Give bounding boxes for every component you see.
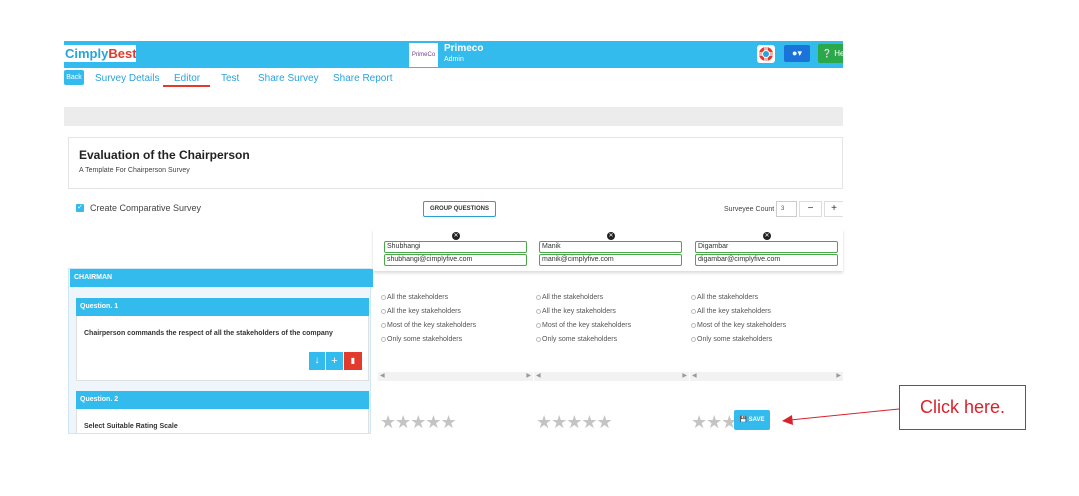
- surveyee-email-field[interactable]: manik@cimplyfive.com: [539, 254, 682, 266]
- arrow-down-icon: ↓: [314, 355, 320, 366]
- add-question-button[interactable]: +: [326, 352, 343, 370]
- delete-question-button[interactable]: ▮: [344, 352, 362, 370]
- answer-option[interactable]: All the key stakeholders: [381, 308, 461, 315]
- callout-text: Click here.: [919, 397, 1006, 417]
- remove-surveyee-icon[interactable]: ✕: [607, 232, 615, 240]
- answer-option[interactable]: All the key stakeholders: [691, 308, 771, 315]
- tab-share-survey[interactable]: Share Survey: [258, 73, 319, 84]
- horizontal-scrollbar[interactable]: ◀ ▶: [690, 372, 843, 381]
- question-icon: ❔: [822, 49, 832, 58]
- answer-option[interactable]: All the key stakeholders: [536, 308, 616, 315]
- answer-option[interactable]: All the stakeholders: [536, 294, 603, 301]
- comparative-survey-label: Create Comparative Survey: [90, 203, 202, 213]
- decrement-button[interactable]: −: [799, 201, 822, 217]
- star-rating[interactable]: ★★★: [691, 412, 737, 433]
- radio-icon: [381, 322, 386, 328]
- answer-option[interactable]: All the stakeholders: [381, 294, 448, 301]
- annotation-arrow: [782, 408, 900, 425]
- answer-option[interactable]: Only some stakeholders: [381, 336, 462, 343]
- toolbar-band: [64, 107, 843, 126]
- group-questions-button[interactable]: GROUP QUESTIONS: [423, 201, 496, 217]
- move-down-button[interactable]: ↓: [309, 352, 325, 370]
- scroll-left-icon: ◀: [692, 373, 697, 379]
- radio-icon: [536, 336, 541, 342]
- question-header[interactable]: Question. 2: [76, 391, 369, 409]
- radio-icon: [691, 294, 696, 300]
- radio-icon: [536, 322, 541, 328]
- app-logo[interactable]: CimplyBest: [64, 45, 136, 62]
- scroll-left-icon: ◀: [536, 373, 541, 379]
- radio-icon: [691, 336, 696, 342]
- remove-surveyee-icon[interactable]: ✕: [452, 232, 460, 240]
- star-rating[interactable]: ★★★★★: [536, 412, 613, 433]
- answer-option[interactable]: Only some stakeholders: [536, 336, 617, 343]
- org-name: Primeco: [444, 43, 484, 54]
- horizontal-scrollbar[interactable]: ◀ ▶: [534, 372, 689, 381]
- surveyee-count-input[interactable]: 3: [776, 201, 797, 217]
- survey-header-card: [68, 137, 843, 189]
- increment-button[interactable]: +: [824, 201, 843, 217]
- surveyee-email-field[interactable]: digambar@cimplyfive.com: [695, 254, 838, 266]
- answer-option[interactable]: All the stakeholders: [691, 294, 758, 301]
- survey-subtitle[interactable]: A Template For Chairperson Survey: [79, 167, 190, 174]
- answer-option[interactable]: Most of the key stakeholders: [381, 322, 476, 329]
- surveyee-name-field[interactable]: Shubhangi: [384, 241, 527, 253]
- tab-test[interactable]: Test: [221, 73, 239, 84]
- comparative-survey-checkbox[interactable]: ✓: [76, 204, 84, 212]
- floppy-disk-icon: 💾: [739, 417, 747, 423]
- radio-icon: [691, 308, 696, 314]
- tab-share-report[interactable]: Share Report: [333, 73, 392, 84]
- scroll-right-icon: ▶: [682, 373, 687, 379]
- question-text[interactable]: Chairperson commands the respect of all …: [84, 330, 333, 337]
- org-role: Admin: [444, 56, 464, 63]
- active-tab-indicator: [163, 85, 210, 87]
- surveyee-email-field[interactable]: shubhangi@cimplyfive.com: [384, 254, 527, 266]
- save-button[interactable]: 💾 SAVE: [734, 410, 770, 430]
- scroll-right-icon: ▶: [836, 373, 841, 379]
- remove-surveyee-icon[interactable]: ✕: [763, 232, 771, 240]
- surveyee-name-field[interactable]: Digambar: [695, 241, 838, 253]
- radio-icon: [381, 308, 386, 314]
- radio-icon: [381, 294, 386, 300]
- radio-icon: [536, 294, 541, 300]
- question-text[interactable]: Select Suitable Rating Scale: [84, 423, 178, 430]
- surveyee-count-label: Surveyee Count: [724, 206, 775, 213]
- radio-icon: [381, 336, 386, 342]
- answer-option[interactable]: Only some stakeholders: [691, 336, 772, 343]
- user-menu-button[interactable]: ●▾: [784, 45, 810, 62]
- radio-icon: [691, 322, 696, 328]
- back-button[interactable]: Back: [64, 70, 84, 85]
- section-header[interactable]: CHAIRMAN: [70, 269, 373, 287]
- scroll-right-icon: ▶: [526, 373, 531, 379]
- lifebuoy-icon[interactable]: [757, 45, 775, 63]
- answer-option[interactable]: Most of the key stakeholders: [691, 322, 786, 329]
- help-button[interactable]: ❔ He: [818, 44, 843, 63]
- tab-editor[interactable]: Editor: [174, 73, 200, 84]
- question-header[interactable]: Question. 1: [76, 298, 369, 316]
- tab-survey-details[interactable]: Survey Details: [95, 73, 159, 84]
- survey-title[interactable]: Evaluation of the Chairperson: [79, 148, 250, 162]
- radio-icon: [536, 308, 541, 314]
- trash-icon: ▮: [350, 356, 356, 365]
- surveyee-name-field[interactable]: Manik: [539, 241, 682, 253]
- org-logo: PrimeCo: [409, 43, 438, 67]
- user-icon: ●▾: [792, 48, 802, 58]
- scroll-left-icon: ◀: [380, 373, 385, 379]
- star-rating[interactable]: ★★★★★: [380, 412, 457, 433]
- horizontal-scrollbar[interactable]: ◀ ▶: [378, 372, 533, 381]
- answer-option[interactable]: Most of the key stakeholders: [536, 322, 631, 329]
- plus-icon: +: [331, 355, 338, 367]
